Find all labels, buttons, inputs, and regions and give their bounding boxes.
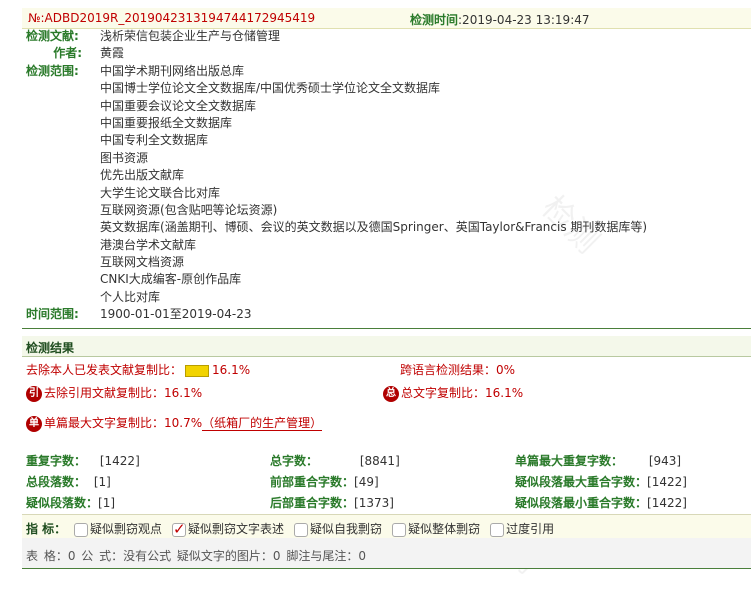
check-time-label: 检测时间 bbox=[410, 13, 459, 27]
scope-row: 中国专利全文数据库 bbox=[26, 132, 726, 149]
report-id: №:ADBD2019R_2019042313194744172945419 bbox=[28, 11, 316, 25]
time-range-value: 1900-01-01至2019-04-23 bbox=[100, 307, 252, 322]
self-excluded-rate-value: 16.1% bbox=[212, 363, 251, 377]
cite-excluded-value: 16.1% bbox=[164, 386, 203, 400]
indicator-checkbox[interactable] bbox=[294, 522, 309, 537]
check-time: 检测时间:2019-04-23 13:19:47 bbox=[410, 11, 590, 28]
single-max-label: 单篇最大文字复制比： bbox=[44, 416, 165, 430]
indicator-item-label: 疑似自我剽窃 bbox=[310, 522, 383, 536]
results-header: 检测结果 bbox=[22, 336, 751, 357]
scope-item: CNKI大成编客-原创作品库 bbox=[100, 272, 242, 287]
scope-row: 图书资源 bbox=[26, 150, 726, 167]
indicator-bar: 指 标： 疑似剽窃观点 疑似剽窃文字表述 疑似自我剽窃 疑似整体剽窃 过度引用 bbox=[22, 514, 751, 540]
scope-row: 中国博士学位论文全文数据库/中国优秀硕士学位论文全文数据库 bbox=[26, 80, 726, 97]
indicator-checkbox[interactable] bbox=[74, 522, 89, 537]
scope-list: 检测范围: 中国学术期刊网络出版总库中国博士学位论文全文数据库/中国优秀硕士学位论… bbox=[26, 63, 726, 306]
divider bbox=[22, 328, 751, 329]
dup-chars-label: 重复字数： bbox=[26, 454, 87, 468]
back-overlap-value: [1373] bbox=[354, 496, 394, 510]
indicator-row: 指 标： 疑似剽窃观点 疑似剽窃文字表述 疑似自我剽窃 疑似整体剽窃 过度引用 bbox=[26, 520, 560, 538]
scope-row: CNKI大成编客-原创作品库 bbox=[26, 271, 726, 288]
scope-item: 中国重要报纸全文数据库 bbox=[100, 115, 233, 130]
cross-language-label: 跨语言检测结果： bbox=[400, 363, 497, 377]
scope-item: 互联网资源(包含贴吧等论坛资源) bbox=[100, 202, 278, 217]
indicator-checkbox[interactable] bbox=[172, 520, 187, 538]
cite-icon: 引 bbox=[26, 385, 42, 402]
scope-item: 中国重要会议论文全文数据库 bbox=[100, 98, 257, 113]
back-overlap-label: 后部重合字数： bbox=[270, 496, 355, 510]
total-icon: 总 bbox=[383, 385, 399, 402]
indicator-label: 指 标： bbox=[26, 522, 67, 536]
indicator-checkbox[interactable] bbox=[490, 522, 505, 537]
self-excluded-rate-label: 去除本人已发表文献复制比： bbox=[26, 363, 183, 377]
total-text-label: 总文字复制比： bbox=[401, 386, 486, 400]
scope-row: 检测范围: 中国学术期刊网络出版总库 bbox=[26, 63, 726, 80]
scope-item: 互联网文档资源 bbox=[100, 255, 185, 270]
scope-row: 英文数据库(涵盖期刊、博硕、会议的英文数据以及德国Springer、英国Tayl… bbox=[26, 219, 726, 236]
para-min-overlap-value: [1422] bbox=[647, 496, 687, 510]
cross-language-result: 跨语言检测结果：0% bbox=[400, 361, 515, 378]
scope-row: 中国重要报纸全文数据库 bbox=[26, 115, 726, 132]
scope-item: 个人比对库 bbox=[100, 289, 161, 304]
dup-chars-value: [1422] bbox=[99, 454, 140, 468]
scope-item: 大学生论文联合比对库 bbox=[100, 185, 221, 200]
front-overlap-value: [49] bbox=[354, 475, 379, 489]
total-paras-label: 总段落数： bbox=[26, 475, 87, 489]
scope-row: 港澳台学术文献库 bbox=[26, 237, 726, 254]
total-chars-label: 总字数： bbox=[270, 454, 319, 468]
single-max-source-link[interactable]: （纸箱厂的生产管理） bbox=[202, 416, 323, 431]
indicator-item-label: 疑似整体剽窃 bbox=[408, 522, 481, 536]
cross-language-value: 0% bbox=[496, 363, 516, 377]
rate-bar-icon bbox=[185, 364, 210, 377]
scope-label: 检测范围: bbox=[26, 63, 79, 78]
total-chars-value: [8841] bbox=[359, 454, 400, 468]
cite-excluded-rate: 引去除引用文献复制比：16.1% bbox=[26, 384, 202, 402]
single-max-value: 10.7% bbox=[164, 416, 203, 430]
single-icon: 单 bbox=[26, 415, 42, 432]
scope-item: 港澳台学术文献库 bbox=[100, 237, 197, 252]
check-time-value: :2019-04-23 13:19:47 bbox=[458, 13, 590, 27]
total-text-rate: 总总文字复制比：16.1% bbox=[383, 384, 523, 402]
indicator-item-label: 疑似剽窃文字表述 bbox=[188, 522, 285, 536]
single-max-dup-value: [943] bbox=[648, 454, 682, 468]
single-max-dup-label: 单篇最大重复字数： bbox=[515, 454, 624, 468]
susp-paras-label: 疑似段落数： bbox=[26, 496, 99, 510]
scope-row: 优先出版文献库 bbox=[26, 167, 726, 184]
para-min-overlap-label: 疑似段落最小重合字数： bbox=[515, 496, 648, 510]
indicator-item-label: 过度引用 bbox=[506, 522, 555, 536]
document-meta: 检测文献: 浅析荣信包装企业生产与仓储管理 作者: 黄霞 检测范围: 中国学术期刊网络… bbox=[26, 28, 726, 324]
results-title: 检测结果 bbox=[26, 341, 75, 355]
scope-row: 大学生论文联合比对库 bbox=[26, 185, 726, 202]
scope-item: 图书资源 bbox=[100, 150, 149, 165]
scope-row: 互联网文档资源 bbox=[26, 254, 726, 271]
scope-row: 个人比对库 bbox=[26, 289, 726, 306]
indicator-checkbox[interactable] bbox=[392, 522, 407, 537]
para-max-overlap-label: 疑似段落最大重合字数： bbox=[515, 475, 648, 489]
scope-row: 互联网资源(包含贴吧等论坛资源) bbox=[26, 202, 726, 219]
cite-excluded-label: 去除引用文献复制比： bbox=[44, 386, 165, 400]
time-range-label: 时间范围: bbox=[26, 307, 79, 322]
author-name: 黄霞 bbox=[100, 46, 125, 61]
doc-label: 检测文献: bbox=[26, 29, 79, 43]
report-header: №:ADBD2019R_2019042313194744172945419 检测… bbox=[22, 8, 751, 29]
self-excluded-rate: 去除本人已发表文献复制比： 16.1% bbox=[26, 361, 250, 378]
para-max-overlap-value: [1422] bbox=[647, 475, 687, 489]
scope-item: 优先出版文献库 bbox=[100, 168, 185, 183]
total-paras-value: [1] bbox=[93, 475, 111, 489]
susp-paras-value: [1] bbox=[98, 496, 116, 510]
scope-item: 中国学术期刊网络出版总库 bbox=[100, 63, 245, 78]
footer-bar: 表 格：0 公 式：没有公式 疑似文字的图片：0 脚注与尾注：0 bbox=[22, 538, 751, 569]
single-max-rate: 单单篇最大文字复制比：10.7%（纸箱厂的生产管理） bbox=[26, 414, 323, 432]
scope-item: 中国博士学位论文全文数据库/中国优秀硕士学位论文全文数据库 bbox=[100, 81, 441, 96]
scope-row: 中国重要会议论文全文数据库 bbox=[26, 98, 726, 115]
front-overlap-label: 前部重合字数： bbox=[270, 475, 355, 489]
scope-item: 中国专利全文数据库 bbox=[100, 133, 209, 148]
scope-item: 英文数据库(涵盖期刊、博硕、会议的英文数据以及德国Springer、英国Tayl… bbox=[100, 220, 648, 235]
author-label: 作者: bbox=[53, 46, 82, 61]
total-text-value: 16.1% bbox=[485, 386, 524, 400]
footer-summary: 表 格：0 公 式：没有公式 疑似文字的图片：0 脚注与尾注：0 bbox=[26, 549, 366, 563]
indicator-item-label: 疑似剽窃观点 bbox=[90, 522, 163, 536]
doc-title: 浅析荣信包装企业生产与仓储管理 bbox=[100, 29, 281, 43]
